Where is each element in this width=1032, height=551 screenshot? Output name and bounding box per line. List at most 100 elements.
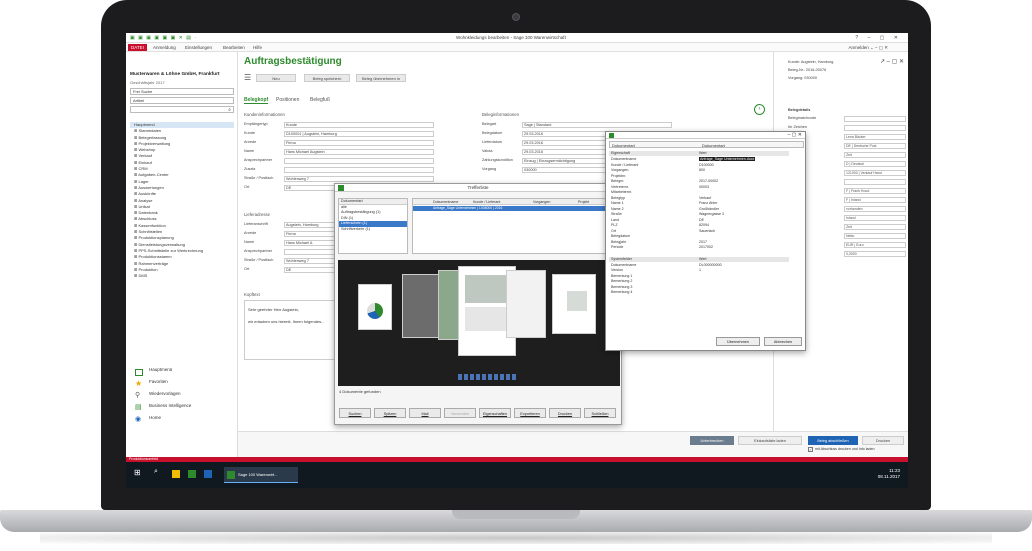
property-row[interactable]: Eigenschaft Wert [609, 151, 789, 156]
panel-field-input[interactable]: 0,0000 [844, 251, 906, 257]
field-input[interactable]: D100001 | Augstein, Hamburg [284, 131, 434, 137]
pinned-app-icon[interactable] [204, 470, 212, 478]
field-input[interactable]: Firma [284, 140, 434, 146]
property-row[interactable]: Periode 2017002 [609, 245, 789, 250]
panel-field-input[interactable]: EUR | Euro [844, 242, 906, 248]
property-row[interactable]: Dokumentname Anfrage_Sage Unternehmen.doc… [609, 157, 789, 162]
print-on-finish-checkbox[interactable]: ✓ [808, 447, 813, 452]
panel-field-input[interactable]: Inland [844, 215, 906, 221]
property-row[interactable]: Straße Wagnergasse 3 [609, 212, 789, 217]
table-row[interactable]: Anfrage_Sage Unternehmen | 1008000 | 201… [413, 206, 619, 211]
field-input[interactable]: Kunde [284, 122, 434, 128]
field-input[interactable]: Sage | Standard [522, 122, 672, 128]
tab-anmeldung[interactable]: Anmeldung [150, 44, 179, 51]
panel-field-input[interactable] [844, 179, 906, 185]
tab-datei[interactable]: DATEI [128, 44, 147, 51]
document-type-item[interactable]: Schriftverkehr (1) [339, 227, 407, 233]
property-row[interactable]: Bemerkung 1 [609, 274, 789, 279]
document-preview-carousel[interactable] [338, 260, 620, 386]
panel-field-input[interactable]: Lena Bäcker [844, 134, 906, 140]
windows-start-icon[interactable]: ⊞ [134, 468, 142, 477]
property-row[interactable]: Vertreternr. 00003 [609, 185, 789, 190]
document-type-list[interactable]: Dokumentart alle Auftragsbestätigung (1) DI… [338, 198, 408, 254]
property-row[interactable]: Land DE [609, 218, 789, 223]
dialog-button-eigenschaften[interactable]: Eigenschaften [479, 408, 511, 418]
panel-window-controls[interactable]: ↗ – ▢ ✕ [880, 58, 904, 65]
property-row[interactable]: Ort Sauerlach [609, 229, 789, 234]
property-row[interactable]: Name 1 Franz Ahler [609, 201, 789, 206]
preview-page[interactable] [358, 284, 392, 330]
menu-icon[interactable]: ☰ [244, 73, 251, 82]
load-shopping-list-button[interactable]: Einkaufsliste laden [738, 436, 802, 445]
panel-field-input[interactable]: vorhanden [844, 206, 906, 212]
dialog-button-mail[interactable]: Mail [409, 408, 441, 418]
print-button[interactable]: Drucken [862, 436, 904, 445]
field-input[interactable] [284, 158, 434, 164]
finish-document-button[interactable]: Beleg abschließen [808, 436, 858, 445]
property-row[interactable]: Belegjahr 2017 [609, 240, 789, 245]
transfer-document-button[interactable]: Beleg übernehmen in [356, 74, 406, 82]
field-input[interactable]: Wohlenweg 7 [284, 176, 434, 182]
free-search-input[interactable]: Frei Suche [130, 88, 234, 95]
search-filter-select[interactable]: Artikel [130, 97, 234, 104]
property-row[interactable]: Systemfelder Wert [609, 256, 789, 262]
new-button[interactable]: Neu [256, 74, 296, 82]
property-row[interactable]: Mitarbeiternr. [609, 190, 789, 195]
dialog-button-spitzen[interactable]: Spitzen [374, 408, 406, 418]
cancel-button[interactable]: Abbrechen [764, 337, 802, 346]
property-row[interactable]: Bemerkung 2 [609, 279, 789, 284]
property-row[interactable]: Belegnr. 2017-00002 [609, 179, 789, 184]
panel-field-input[interactable]: DE | Deutsche Post [844, 143, 906, 149]
preview-page[interactable] [552, 274, 596, 334]
panel-field-input[interactable] [844, 125, 906, 131]
dialog-button-drucken[interactable]: Drucken [549, 408, 581, 418]
search-icon[interactable]: ⌕ [154, 468, 162, 476]
dialog-button-exportieren[interactable]: Exportieren [514, 408, 546, 418]
panel-toggle-icon[interactable]: › [754, 104, 765, 115]
dialog-button-schließen[interactable]: Schließen [584, 408, 616, 418]
property-row[interactable]: Belegtyp Verkauf [609, 196, 789, 201]
clock[interactable]: 11:23 08.11.2017 [878, 468, 900, 480]
panel-field-input[interactable]: Netto [844, 233, 906, 239]
property-row[interactable]: Version 1 [609, 268, 789, 273]
carousel-scrubber[interactable] [458, 374, 518, 380]
nav-favoriten[interactable]: ★ Favoriten [130, 378, 234, 389]
sidebar-item[interactable]: ⊞ DMS [130, 273, 234, 279]
property-row[interactable]: Vorgangen. 800 [609, 168, 789, 173]
preview-page[interactable] [506, 270, 546, 338]
property-row[interactable]: PLZ 82094 [609, 223, 789, 228]
column-header[interactable]: Projekt [578, 200, 589, 204]
tab-positionen[interactable]: Positionen [276, 97, 299, 103]
tab-einstellungen[interactable]: Einstellungen [182, 44, 215, 51]
panel-field-input[interactable]: Zeit [844, 224, 906, 230]
properties-window-controls[interactable]: – ▢ ✕ [788, 132, 802, 138]
property-row[interactable]: Bemerkung 3 [609, 285, 789, 290]
panel-field-input[interactable] [844, 116, 906, 122]
tab-belegfuss[interactable]: Belegfuß [310, 97, 330, 103]
window-controls[interactable]: ? – ▢ ✕ [855, 35, 902, 41]
search-icon[interactable]: ⌕ [228, 107, 231, 113]
taskbar-app-sage[interactable]: Sage 100 Warenwirt... [224, 467, 298, 483]
property-row[interactable]: Projektnr. [609, 174, 789, 179]
nav-wiedervorlagen[interactable]: ⚲ Wiedervorlagen [130, 390, 234, 401]
search-field[interactable]: ⌕ [130, 106, 234, 113]
user-login-menu[interactable]: Anmelden ⌄ – ▢ ✕ [848, 45, 888, 51]
panel-field-input[interactable]: F | Inland [844, 197, 906, 203]
panel-field-input[interactable]: D | Deutsch [844, 161, 906, 167]
nav-business-intelligence[interactable]: ▤ Business Intelligence [130, 402, 234, 413]
panel-field-input[interactable]: 121000 | Verkauf Hand [844, 170, 906, 176]
tab-hilfe[interactable]: Hilfe [250, 44, 265, 51]
tab-belegkopf[interactable]: Belegkopf [244, 97, 269, 104]
nav-hauptmenu[interactable]: Hauptmenü [130, 366, 234, 377]
results-table[interactable]: Dokumentname Kunde / Lieferant Vorgangen Pr… [412, 198, 620, 254]
field-input[interactable]: Hans Michael Augstein [284, 149, 434, 155]
column-header[interactable]: Kunde / Lieferant [473, 200, 500, 204]
file-explorer-icon[interactable] [172, 470, 180, 478]
property-row[interactable]: Bemerkung 4 [609, 290, 789, 295]
column-header[interactable]: Vorgangen [533, 200, 550, 204]
property-row[interactable]: Name 2 Großhändler [609, 207, 789, 212]
interrupt-button[interactable]: Unterbrechen [690, 436, 734, 445]
dialog-button-suchen[interactable]: Suchen [339, 408, 371, 418]
quick-access-icons[interactable]: ▣ ▣ ▣ ▣ ▣ ▣ ✕ ▤ · [130, 35, 197, 41]
save-document-button[interactable]: Beleg speichern [304, 74, 350, 82]
